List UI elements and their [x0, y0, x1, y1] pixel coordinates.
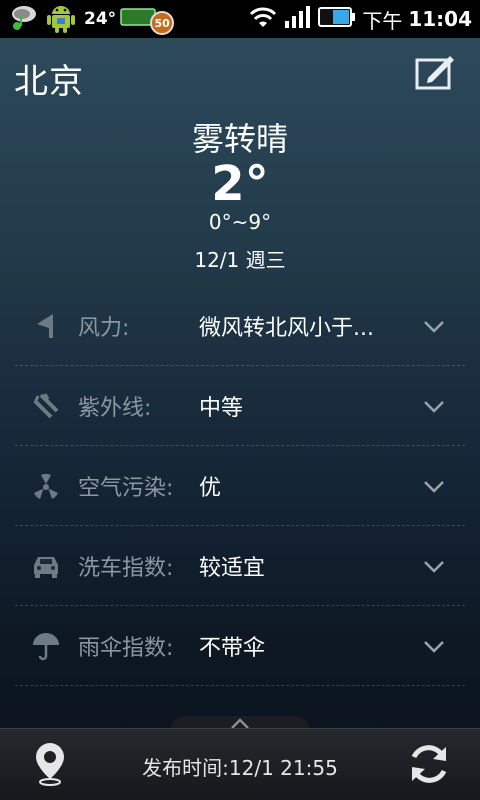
status-temperature: 24°: [84, 9, 117, 29]
weather-condition: 雾转晴: [191, 120, 288, 158]
status-clock: 11:04: [408, 7, 472, 31]
chevron-down-icon[interactable]: [423, 555, 445, 577]
forecast-date: 12/1 週三: [194, 248, 286, 272]
edit-button[interactable]: [414, 54, 456, 92]
detail-label: 紫外线:: [78, 395, 152, 421]
detail-row-umbrella[interactable]: 雨伞指数: 不带伞: [15, 606, 465, 686]
signal-strength-icon: [284, 5, 312, 33]
wifi-icon: [248, 5, 278, 33]
detail-label: 洗车指数:: [78, 555, 174, 581]
temperature-range: 0°~9°: [208, 210, 272, 234]
chevron-down-icon[interactable]: [423, 315, 445, 337]
city-title[interactable]: 北京: [14, 54, 84, 103]
flag-icon: [31, 311, 61, 341]
android-robot-icon: [46, 0, 76, 38]
car-icon: [31, 551, 61, 581]
detail-value: 微风转北风小于...: [199, 315, 374, 341]
detail-value: 不带伞: [199, 635, 266, 661]
status-bar-right: 下午 11:04: [248, 0, 480, 38]
detail-value: 中等: [199, 395, 244, 421]
status-time-prefix: 下午: [362, 8, 403, 33]
detail-label: 风力:: [78, 315, 130, 341]
edit-icon: [414, 56, 456, 96]
detail-label: 空气污染:: [78, 475, 174, 501]
battery-icon: [318, 6, 356, 32]
detail-value: 较适宜: [199, 555, 266, 581]
refresh-icon: [406, 745, 452, 791]
detail-row-wind[interactable]: 风力: 微风转北风小于...: [15, 286, 465, 366]
refresh-button[interactable]: [406, 741, 452, 787]
detail-row-air-pollution[interactable]: 空气污染: 优: [15, 446, 465, 526]
umbrella-icon: [31, 631, 61, 661]
weather-details-list: 风力: 微风转北风小于... 紫外线: 中等 空气污染: 优 洗车指数: 较适宜…: [15, 286, 465, 686]
status-bar: 24° 50 下午 11:04: [0, 0, 480, 38]
detail-row-uv[interactable]: 紫外线: 中等: [15, 366, 465, 446]
radiation-icon: [31, 471, 61, 501]
chevron-down-icon[interactable]: [423, 395, 445, 417]
current-temperature: 2°: [211, 156, 269, 212]
detail-label: 雨伞指数:: [78, 635, 174, 661]
chevron-down-icon[interactable]: [423, 635, 445, 657]
detail-row-car-wash[interactable]: 洗车指数: 较适宜: [15, 526, 465, 606]
bottom-bar: 发布时间:12/1 21:55: [0, 728, 480, 800]
chevron-down-icon[interactable]: [423, 475, 445, 497]
notification-count-badge: 50: [150, 11, 175, 35]
status-bar-left: 24° 50: [0, 0, 175, 38]
detail-value: 优: [199, 475, 222, 501]
weather-notification-icon: [8, 2, 42, 36]
uv-icon: [31, 391, 61, 421]
